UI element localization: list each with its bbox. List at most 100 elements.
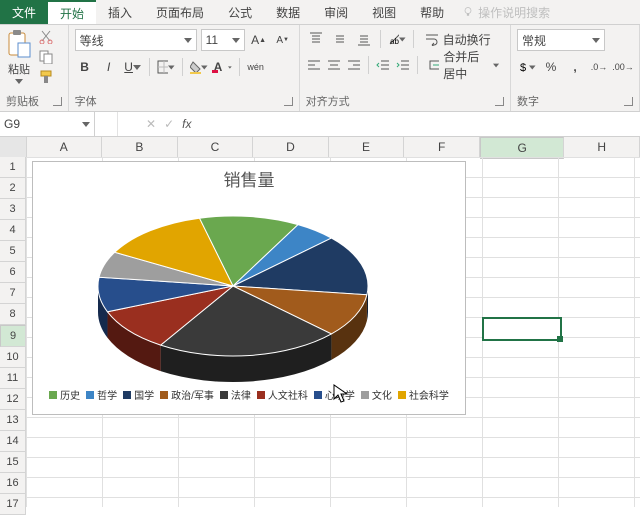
col-header-C[interactable]: C [178,137,254,157]
align-top-button[interactable] [306,29,326,49]
align-bottom-button[interactable] [354,29,374,49]
row-headers: 1234567891011121314151617 [0,157,26,515]
increase-indent-button[interactable] [395,55,411,75]
legend-item[interactable]: 心理学 [314,387,355,402]
col-header-B[interactable]: B [102,137,178,157]
legend-item[interactable]: 文化 [361,387,392,402]
legend-item[interactable]: 历史 [49,387,80,402]
row-header-9[interactable]: 9 [0,325,26,347]
merge-center-button[interactable]: 合并后居中 [424,55,504,75]
embedded-chart[interactable]: 销售量 历史 哲学国学政治/军事法律人文社科 心理学文化社会科学 [32,161,466,415]
legend-label: 心理学 [325,387,355,402]
group-number-label: 数字 [517,93,539,109]
group-number: 常规 $ % , .0→ .00→ 数字 [511,25,640,111]
legend-item[interactable]: 社会科学 [398,387,449,402]
phonetic-button[interactable]: wén [246,57,266,77]
col-header-H[interactable]: H [564,137,640,157]
orientation-button[interactable]: ab [387,29,407,49]
row-header-12[interactable]: 12 [0,389,26,410]
font-name-select[interactable]: 等线 [75,29,197,51]
tab-file[interactable]: 文件 [0,0,48,24]
svg-text:$: $ [520,62,526,74]
align-right-button[interactable] [346,55,362,75]
tell-me[interactable]: 操作说明搜索 [462,0,550,24]
enter-icon[interactable]: ✓ [164,117,174,131]
row-header-7[interactable]: 7 [0,283,26,304]
row-header-15[interactable]: 15 [0,452,26,473]
decrease-font-button[interactable]: A▼ [273,30,293,50]
fill-handle[interactable] [557,336,563,342]
col-header-G[interactable]: G [480,137,565,159]
col-header-E[interactable]: E [329,137,405,157]
row-header-6[interactable]: 6 [0,262,26,283]
underline-button[interactable]: U [123,57,143,77]
wrap-text-button[interactable]: 自动换行 [420,29,496,49]
row-header-5[interactable]: 5 [0,241,26,262]
paste-button[interactable]: 粘贴 [6,29,32,84]
percent-format-button[interactable]: % [541,57,561,77]
row-header-13[interactable]: 13 [0,410,26,431]
chevron-down-icon [399,37,406,42]
col-header-F[interactable]: F [404,137,480,157]
cut-button[interactable] [38,29,54,45]
align-middle-button[interactable] [330,29,350,49]
borders-button[interactable] [156,57,176,77]
cancel-icon[interactable]: ✕ [146,117,156,131]
tab-view[interactable]: 视图 [360,0,408,24]
row-header-17[interactable]: 17 [0,494,26,515]
fill-color-button[interactable] [189,57,209,77]
dialog-launcher-icon[interactable] [284,97,293,106]
tab-page-layout[interactable]: 页面布局 [144,0,216,24]
tab-home[interactable]: 开始 [48,0,96,24]
decrease-indent-button[interactable] [375,55,391,75]
tab-review[interactable]: 审阅 [312,0,360,24]
active-cell[interactable] [482,317,562,341]
chart-title[interactable]: 销售量 [33,166,465,191]
row-header-1[interactable]: 1 [0,157,26,178]
copy-button[interactable] [38,49,54,65]
row-header-2[interactable]: 2 [0,178,26,199]
accounting-format-button[interactable]: $ [517,57,537,77]
legend-item[interactable]: 国学 [123,387,154,402]
col-header-A[interactable]: A [27,137,103,157]
row-header-4[interactable]: 4 [0,220,26,241]
legend-item[interactable]: 政治/军事 [160,387,214,402]
legend-item[interactable]: 法律 [220,387,251,402]
font-size-select[interactable]: 11 [201,29,245,51]
dialog-launcher-icon[interactable] [495,97,504,106]
fx-icon[interactable]: fx [182,117,191,131]
worksheet-grid[interactable]: ABCDEFGH 1234567891011121314151617 销售量 历… [0,137,640,507]
tab-data[interactable]: 数据 [264,0,312,24]
row-header-16[interactable]: 16 [0,473,26,494]
comma-format-button[interactable]: , [565,57,585,77]
format-painter-button[interactable] [38,69,54,85]
bold-button[interactable]: B [75,57,95,77]
italic-button[interactable]: I [99,57,119,77]
row-header-14[interactable]: 14 [0,431,26,452]
row-header-10[interactable]: 10 [0,347,26,368]
dialog-launcher-icon[interactable] [53,97,62,106]
decrease-decimal-button[interactable]: .00→ [613,57,633,77]
tab-insert[interactable]: 插入 [96,0,144,24]
number-format-select[interactable]: 常规 [517,29,605,51]
name-box[interactable]: G9 [0,112,95,136]
dialog-launcher-icon[interactable] [624,97,633,106]
align-left-button[interactable] [306,55,322,75]
row-header-8[interactable]: 8 [0,304,26,325]
legend-label: 哲学 [97,387,117,402]
increase-font-button[interactable]: A▲ [249,30,269,50]
legend-item[interactable]: 人文社科 [257,387,308,402]
tab-help[interactable]: 帮助 [408,0,456,24]
align-center-button[interactable] [326,55,342,75]
row-header-11[interactable]: 11 [0,368,26,389]
legend-item[interactable]: 哲学 [86,387,117,402]
tab-formulas[interactable]: 公式 [216,0,264,24]
increase-decimal-button[interactable]: .0→ [589,57,609,77]
name-box-value: G9 [4,117,20,131]
select-all-corner[interactable] [0,137,27,157]
menu-tabs: 文件 开始 插入 页面布局 公式 数据 审阅 视图 帮助 操作说明搜索 [0,0,640,25]
formula-input[interactable] [197,112,640,136]
col-header-D[interactable]: D [253,137,329,157]
font-color-button[interactable]: A [213,57,233,77]
row-header-3[interactable]: 3 [0,199,26,220]
